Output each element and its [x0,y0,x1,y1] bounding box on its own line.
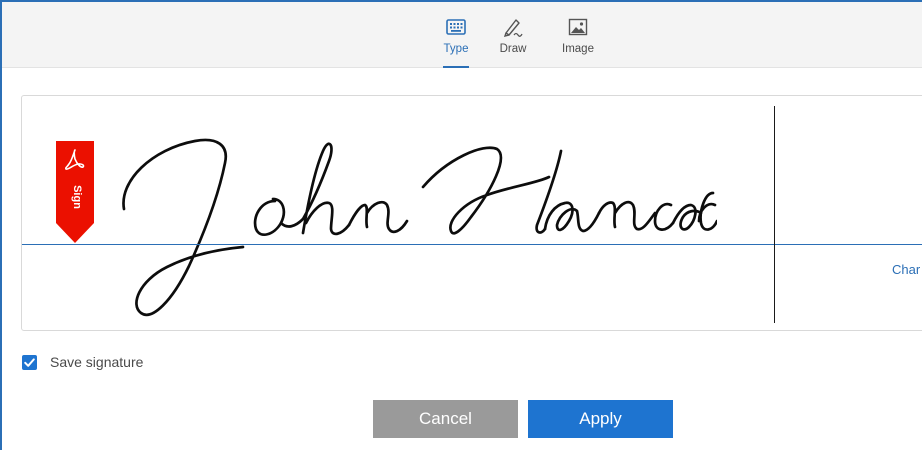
tab-draw[interactable]: Draw [488,14,538,68]
typed-signature [122,138,717,316]
change-style-link[interactable]: Char [892,262,920,277]
signature-mode-tabbar: Type Draw Image [2,2,922,68]
tab-type[interactable]: Type [431,14,481,68]
acrobat-sign-badge: Sign [56,141,94,243]
signature-dialog: Type Draw Image Sign Char Save signature… [0,0,922,450]
save-signature-row: Save signature [22,352,143,372]
text-caret [774,106,775,323]
keyboard-icon [446,19,466,35]
tab-type-label: Type [443,43,469,55]
tab-draw-label: Draw [499,43,527,55]
save-signature-label: Save signature [50,354,144,370]
signature-baseline [22,244,922,245]
save-signature-checkbox[interactable] [22,354,37,370]
tab-active-indicator [443,66,469,68]
sign-badge-label: Sign [71,185,83,209]
image-icon [568,18,588,36]
tab-image[interactable]: Image [553,14,603,68]
signature-canvas[interactable]: Sign Char [21,95,922,331]
pen-draw-icon [503,19,523,37]
checkmark-icon [24,357,35,367]
apply-button[interactable]: Apply [528,400,673,438]
cancel-button[interactable]: Cancel [373,400,518,438]
tab-image-label: Image [562,43,594,55]
